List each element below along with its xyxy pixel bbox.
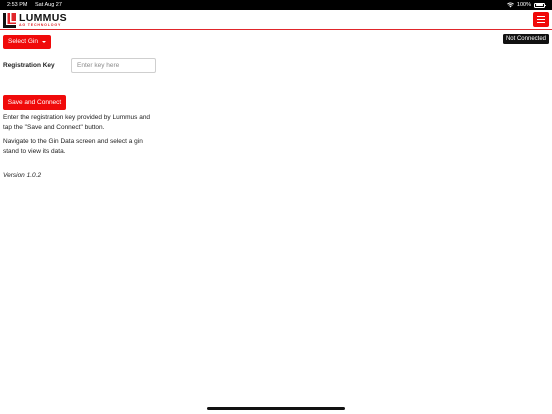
status-bar: 2:53 PM Sat Aug 27 100% bbox=[0, 0, 552, 10]
app-header: LUMMUS AG TECHNOLOGY bbox=[0, 10, 552, 30]
select-gin-label: Select Gin bbox=[8, 38, 38, 45]
status-time: 2:53 PM bbox=[7, 2, 28, 8]
menu-line bbox=[537, 19, 545, 20]
logo-mark-icon bbox=[3, 13, 16, 28]
wifi-icon bbox=[507, 2, 514, 8]
registration-key-input[interactable] bbox=[71, 58, 156, 73]
registration-key-label: Registration Key bbox=[3, 62, 55, 69]
hamburger-menu-button[interactable] bbox=[533, 12, 549, 27]
menu-line bbox=[537, 16, 545, 17]
connection-status-badge: Not Connected bbox=[502, 34, 549, 44]
logo-subtitle: AG TECHNOLOGY bbox=[19, 23, 62, 28]
status-left: 2:53 PM Sat Aug 27 bbox=[7, 0, 68, 10]
battery-percent: 100% bbox=[516, 2, 531, 8]
version-label: Version 1.0.2 bbox=[3, 172, 42, 179]
lummus-logo: LUMMUS AG TECHNOLOGY bbox=[3, 12, 67, 29]
caret-down-icon bbox=[42, 41, 46, 43]
save-and-connect-button[interactable]: Save and Connect bbox=[3, 95, 66, 110]
instruction-text: Enter the registration key provided by L… bbox=[3, 114, 151, 131]
battery-icon bbox=[534, 2, 546, 8]
status-right: 100% bbox=[507, 0, 546, 10]
logo-text: LUMMUS AG TECHNOLOGY bbox=[19, 13, 67, 28]
select-gin-dropdown[interactable]: Select Gin bbox=[3, 35, 51, 49]
home-indicator[interactable] bbox=[207, 407, 345, 410]
instruction-text: Navigate to the Gin Data screen and sele… bbox=[3, 138, 143, 155]
menu-line bbox=[537, 22, 545, 23]
logo-title: LUMMUS bbox=[19, 11, 67, 24]
status-date: Sat Aug 27 bbox=[35, 2, 62, 8]
instructions: Enter the registration key provided by L… bbox=[3, 113, 153, 161]
